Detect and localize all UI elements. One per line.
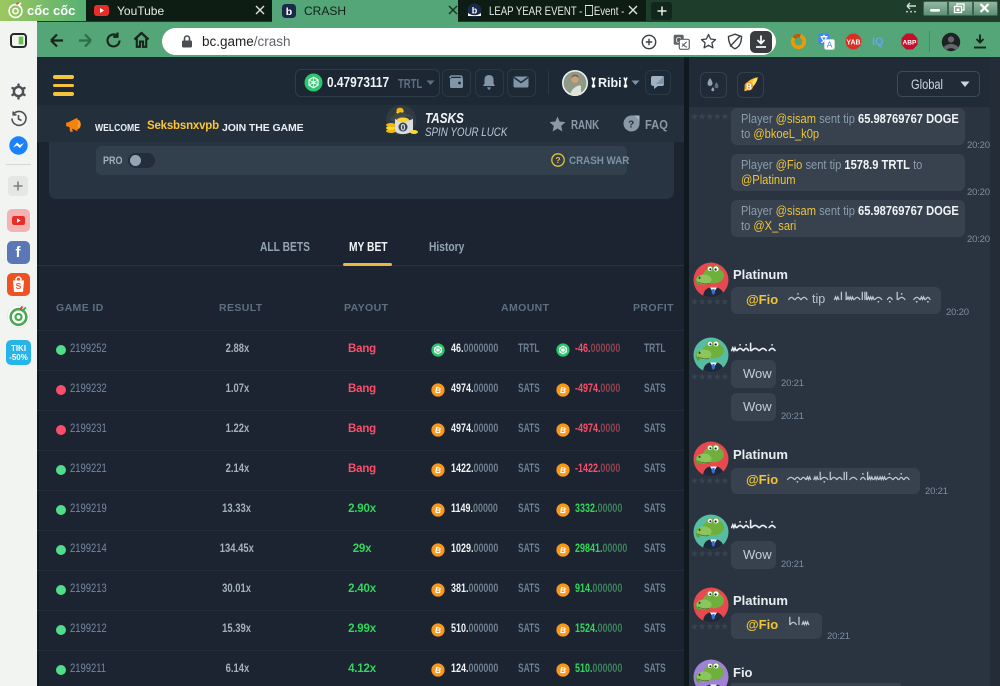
svg-text:b: b: [472, 6, 478, 16]
svg-text:?: ?: [628, 119, 634, 130]
svg-text:A: A: [827, 40, 833, 50]
svg-text:YAB: YAB: [846, 40, 860, 47]
svg-text:S: S: [16, 281, 22, 291]
svg-text:ABP: ABP: [903, 39, 918, 46]
svg-text:b: b: [286, 6, 292, 18]
svg-text:0: 0: [400, 123, 405, 133]
svg-text:?: ?: [555, 155, 560, 165]
svg-text:B: B: [746, 82, 752, 91]
